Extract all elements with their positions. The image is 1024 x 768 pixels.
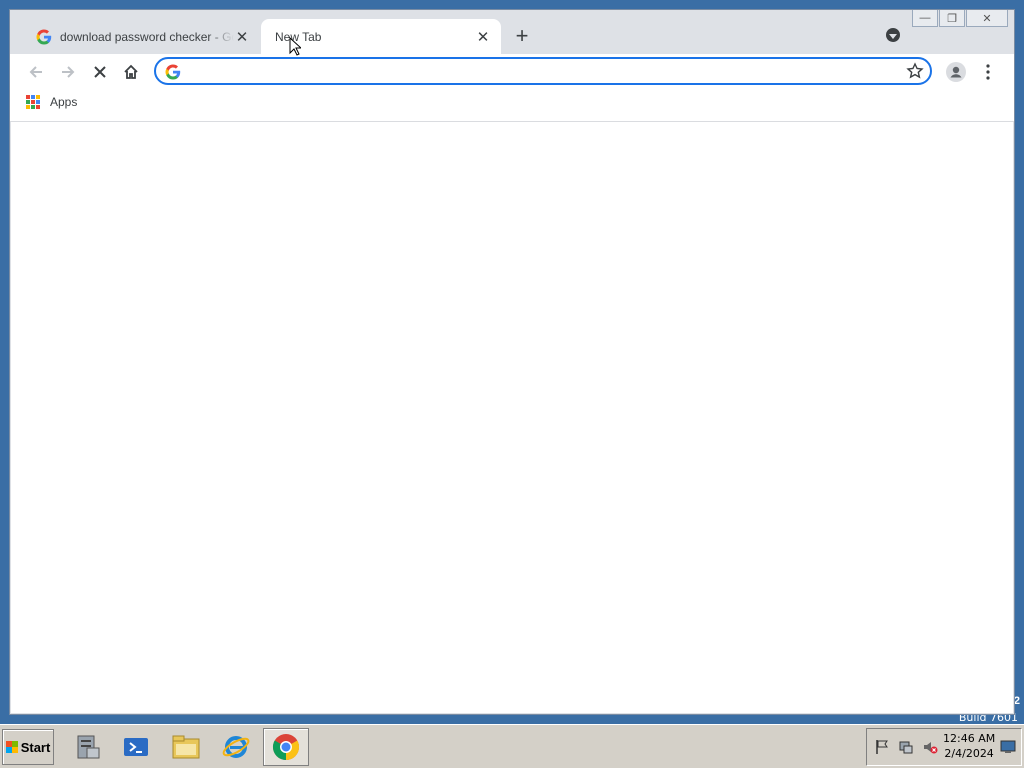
desktop-corner-number: 2	[1013, 695, 1020, 707]
volume-muted-icon[interactable]	[921, 738, 939, 756]
maximize-button[interactable]: ❐	[939, 10, 965, 27]
bookmark-apps[interactable]: Apps	[26, 95, 77, 109]
taskbar-chrome[interactable]	[263, 728, 309, 766]
network-icon[interactable]	[897, 738, 915, 756]
taskbar-file-explorer[interactable]	[163, 728, 209, 766]
new-tab-button[interactable]: +	[510, 23, 534, 48]
back-button[interactable]	[22, 58, 50, 86]
home-icon	[124, 64, 138, 79]
taskbar-powershell[interactable]	[113, 728, 159, 766]
stop-x-icon	[94, 66, 106, 78]
show-desktop-icon[interactable]	[999, 738, 1017, 756]
system-tray: 12:46 AM 2/4/2024	[866, 728, 1022, 766]
forward-button[interactable]	[54, 58, 82, 86]
person-icon	[946, 62, 966, 82]
clock-date: 2/4/2024	[944, 747, 994, 760]
apps-grid-icon	[26, 95, 40, 109]
close-tab-icon[interactable]: ✕	[234, 29, 250, 46]
menu-button[interactable]	[974, 58, 1002, 86]
powershell-icon	[124, 738, 148, 756]
minimize-button[interactable]: —	[912, 10, 938, 27]
three-dot-menu-icon	[986, 64, 990, 80]
tab-title: download password checker - Google Searc…	[60, 29, 234, 44]
address-input[interactable]	[188, 61, 892, 83]
chrome-icon	[272, 734, 300, 761]
google-g-icon	[165, 64, 181, 80]
google-g-icon	[36, 29, 52, 45]
tabstrip: download password checker - Google Searc…	[10, 10, 1014, 54]
window-controls: — ❐ ✕	[911, 10, 1008, 27]
file-explorer-icon	[172, 735, 200, 759]
start-label: Start	[20, 739, 51, 755]
tab-new-tab[interactable]: New Tab ✕	[261, 19, 501, 54]
internet-explorer-icon	[222, 736, 250, 758]
clock[interactable]: 12:46 AM 2/4/2024	[943, 731, 995, 761]
omnibox[interactable]	[154, 57, 932, 85]
taskbar: Start 12:46 AM 2/4/2024	[0, 724, 1024, 768]
windows-logo-icon	[5, 741, 18, 753]
close-tab-icon[interactable]: ✕	[475, 29, 491, 46]
page-content[interactable]	[11, 122, 1013, 713]
close-window-button[interactable]: ✕	[966, 10, 1008, 27]
bookmark-label: Apps	[50, 95, 78, 109]
star-icon[interactable]	[906, 62, 924, 80]
bookmarks-bar: Apps	[10, 90, 1014, 122]
taskbar-internet-explorer[interactable]	[213, 728, 259, 766]
toolbar	[10, 54, 1014, 90]
start-button[interactable]: Start	[2, 729, 54, 765]
clock-time: 12:46 AM	[943, 732, 996, 745]
tab-search-icon[interactable]	[886, 28, 900, 42]
tab-google-search[interactable]: download password checker - Google Searc…	[22, 19, 260, 54]
tab-title: New Tab	[275, 29, 322, 44]
home-button[interactable]	[117, 58, 145, 86]
server-manager-icon	[77, 735, 100, 759]
arrow-left-icon	[29, 66, 42, 78]
taskbar-server-manager[interactable]	[64, 728, 110, 766]
flag-icon[interactable]	[873, 738, 891, 756]
arrow-right-icon	[62, 66, 75, 78]
chrome-window: download password checker - Google Searc…	[10, 10, 1014, 714]
profile-button[interactable]	[942, 58, 970, 86]
stop-button[interactable]	[86, 58, 114, 86]
